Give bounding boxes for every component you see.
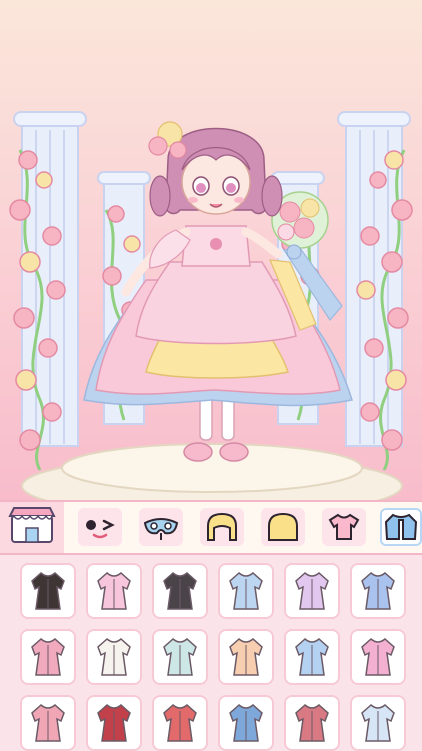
sailor-outfit-icon [163, 704, 197, 742]
red-jacket-icon [97, 704, 131, 742]
face-wink-icon [86, 519, 115, 539]
blue-frill-dress-icon [361, 572, 395, 610]
hair-front-icon [207, 512, 237, 541]
pink-dress-icon [97, 572, 131, 610]
mint-coat-icon [163, 638, 197, 676]
coat-hanger-outfit-icon [295, 704, 329, 742]
outerwear-category-tab[interactable] [380, 508, 422, 546]
item-tile[interactable] [284, 695, 340, 751]
accessory-category-tab[interactable] [139, 508, 183, 546]
item-tile[interactable] [86, 695, 142, 751]
top-category-tab[interactable] [322, 508, 366, 546]
face-category-tab[interactable] [78, 508, 122, 546]
black-coat-icon [31, 572, 65, 610]
dress-up-stage [0, 0, 422, 500]
back-hair-category-tab[interactable] [261, 508, 305, 546]
item-tile[interactable] [218, 629, 274, 685]
item-tile[interactable] [86, 563, 142, 619]
pink-flower-dress-icon [31, 638, 65, 676]
item-tile[interactable] [350, 695, 406, 751]
shirt-icon [328, 513, 360, 540]
item-tile[interactable] [284, 563, 340, 619]
shop-tab[interactable] [0, 502, 64, 553]
item-tile[interactable] [218, 563, 274, 619]
item-tile[interactable] [20, 563, 76, 619]
hair-back-icon [268, 512, 298, 541]
item-tile[interactable] [86, 629, 142, 685]
item-grid [0, 555, 422, 751]
peach-cardigan-icon [229, 638, 263, 676]
denim-outfit-icon [229, 704, 263, 742]
item-tile[interactable] [284, 629, 340, 685]
item-tile[interactable] [152, 629, 208, 685]
item-tile[interactable] [20, 629, 76, 685]
item-tile[interactable] [350, 563, 406, 619]
pink-ribbon-outfit-icon [31, 704, 65, 742]
black-gothic-dress-icon [163, 572, 197, 610]
mask-icon [143, 518, 179, 540]
white-coat-icon [97, 638, 131, 676]
blue-dress-icon [229, 572, 263, 610]
item-tile[interactable] [20, 695, 76, 751]
scene-illustration [9, 111, 413, 500]
item-tile[interactable] [218, 695, 274, 751]
item-tile[interactable] [152, 695, 208, 751]
item-tile[interactable] [350, 629, 406, 685]
jacket-icon [384, 513, 418, 540]
lavender-gown-icon [295, 572, 329, 610]
category-bar [0, 500, 422, 555]
front-hair-category-tab[interactable] [200, 508, 244, 546]
shop-icon [8, 507, 56, 543]
blue-jacket-icon [295, 638, 329, 676]
pastel-sleeves-icon [361, 638, 395, 676]
item-tile[interactable] [152, 563, 208, 619]
blue-long-coat-icon [361, 704, 395, 742]
